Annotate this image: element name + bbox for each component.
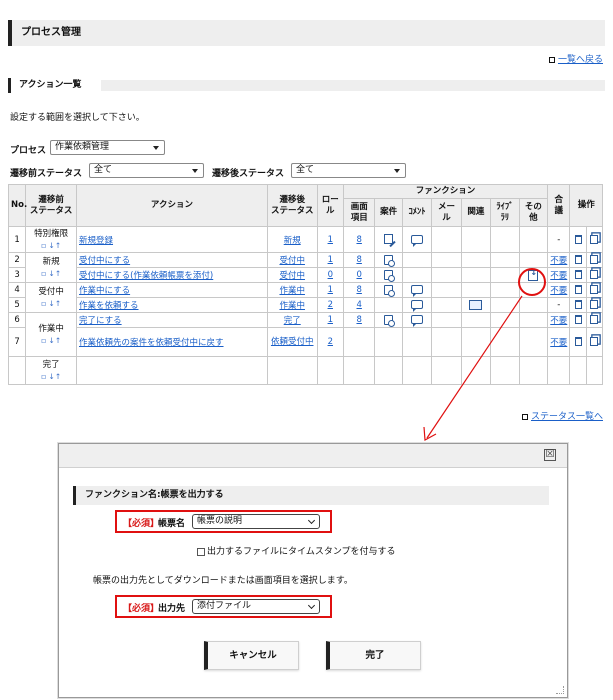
- close-icon[interactable]: ☒: [544, 449, 556, 461]
- done-button[interactable]: 完了: [326, 641, 421, 670]
- timestamp-option[interactable]: 出力するファイルにタイムスタンプを付与する: [197, 544, 396, 557]
- status-list-link[interactable]: ステータス一覧へ: [521, 409, 603, 422]
- chevron-down-icon: [307, 601, 316, 610]
- square-bullet-icon: [521, 413, 528, 420]
- status-list-link-text[interactable]: ステータス一覧へ: [531, 412, 603, 422]
- form-name-value: 帳票の説明: [197, 516, 243, 526]
- output-label: 出力先: [158, 604, 186, 614]
- timestamp-checkbox[interactable]: [197, 547, 205, 556]
- form-name-select[interactable]: 帳票の説明: [192, 514, 320, 529]
- arrow-line: [426, 295, 523, 439]
- required-tag: 【必須】: [123, 519, 160, 529]
- output-value: 添付ファイル: [197, 601, 252, 611]
- form-name-label: 帳票名: [158, 519, 186, 529]
- output-select[interactable]: 添付ファイル: [192, 599, 320, 614]
- function-dialog: ☒ ファンクション名:帳票を出力する 【必須】 帳票名 帳票の説明 出力するファ…: [58, 443, 568, 698]
- cancel-button[interactable]: キャンセル: [204, 641, 299, 670]
- output-note: 帳票の出力先としてダウンロードまたは画面項目を選択します。: [93, 576, 353, 586]
- dialog-titlebar: ☒: [59, 444, 567, 468]
- dialog-section-title: ファンクション名:帳票を出力する: [73, 486, 549, 505]
- resize-handle[interactable]: [556, 686, 564, 694]
- chevron-down-icon: [307, 516, 316, 525]
- timestamp-label: 出力するファイルにタイムスタンプを付与する: [207, 547, 396, 557]
- required-tag: 【必須】: [123, 604, 160, 614]
